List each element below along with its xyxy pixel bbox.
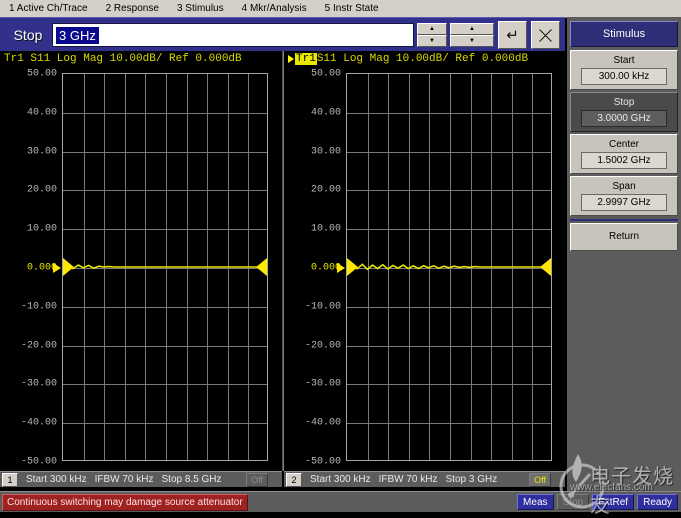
- channel-start[interactable]: Start 300 kHz: [310, 474, 371, 485]
- entry-toolbar: Stop 3 GHz ▲ ▼ ▲ ▼ ↵: [0, 17, 565, 53]
- softkey-start[interactable]: Start 300.00 kHz: [570, 50, 678, 90]
- softkey-label: Center: [608, 139, 639, 150]
- stepper-up-icon[interactable]: ▲: [450, 23, 494, 35]
- y-tick-label: -40.00: [20, 417, 57, 429]
- entry-enter-button[interactable]: ↵: [498, 21, 527, 49]
- reference-marker-icon: [337, 263, 345, 273]
- softkey-label: Stop: [613, 97, 635, 108]
- y-tick-label: -10.00: [20, 301, 57, 313]
- y-axis-ch2: 50.00 40.00 30.00 20.00 10.00 0.000 -10.00 -20.…: [284, 51, 345, 468]
- channel-2-panel[interactable]: Tr1 S11 Log Mag 10.00dB/ Ref 0.000dB 50.…: [284, 51, 565, 471]
- menu-item-5[interactable]: 5 Instr State: [316, 1, 388, 16]
- enter-icon: ↵: [506, 27, 519, 44]
- softkey-stop[interactable]: Stop 3.0000 GHz: [570, 92, 678, 132]
- y-tick-label: -20.00: [304, 340, 341, 352]
- softkey-sidebar: Stimulus Start 300.00 kHz Stop 3.0000 GH…: [567, 17, 681, 491]
- y-tick-label: -40.00: [304, 417, 341, 429]
- status-ready[interactable]: Ready: [637, 494, 678, 510]
- y-tick-label: 30.00: [26, 146, 57, 158]
- channel-number: 1: [2, 472, 18, 487]
- trace-curve-ch2: [347, 258, 551, 276]
- y-tick-label: 10.00: [310, 223, 341, 235]
- status-meas[interactable]: Meas: [517, 494, 554, 510]
- channel-2-status[interactable]: 2 Start 300 kHz IFBW 70 kHz Stop 3 GHz O…: [284, 471, 565, 487]
- status-bar: Continuous switching may damage source a…: [0, 491, 681, 512]
- y-tick-label: -10.00: [304, 301, 341, 313]
- softkey-value[interactable]: 2.9997 GHz: [581, 194, 667, 211]
- softkey-label: Start: [613, 55, 635, 66]
- entry-stepper-coarse[interactable]: ▲ ▼: [450, 23, 494, 47]
- trace-curve-ch1: [63, 258, 267, 276]
- softkey-label: Span: [612, 181, 636, 192]
- status-indicator-group: Meas Stop ExtRef Ready: [517, 494, 678, 510]
- sweep-stop-marker-icon: [540, 258, 551, 276]
- menu-item-4[interactable]: 4 Mkr/Analysis: [233, 1, 316, 16]
- softkey-value[interactable]: 1.5002 GHz: [581, 152, 667, 169]
- channel-1-panel[interactable]: Tr1 S11 Log Mag 10.00dB/ Ref 0.000dB 50.…: [0, 51, 282, 471]
- y-tick-label: -30.00: [20, 378, 57, 390]
- trace-line: [347, 263, 551, 271]
- entry-close-button[interactable]: [531, 21, 560, 49]
- entry-input[interactable]: 3 GHz: [52, 23, 414, 47]
- entry-stepper-fine[interactable]: ▲ ▼: [417, 23, 447, 47]
- stepper-up-icon[interactable]: ▲: [417, 23, 447, 35]
- sweep-start-marker-icon: [347, 258, 358, 276]
- softkey-span[interactable]: Span 2.9997 GHz: [570, 176, 678, 216]
- trace-line: [63, 264, 267, 270]
- softkey-value[interactable]: 300.00 kHz: [581, 68, 667, 85]
- sweep-stop-marker-icon: [256, 258, 267, 276]
- channel-ifbw[interactable]: IFBW 70 kHz: [95, 474, 154, 485]
- stepper-down-icon[interactable]: ▼: [450, 35, 494, 47]
- menu-bar: 1 Active Ch/Trace 2 Response 3 Stimulus 4 M…: [0, 0, 681, 18]
- stepper-down-icon[interactable]: ▼: [417, 35, 447, 47]
- channel-sweep-state[interactable]: Off: [529, 472, 551, 487]
- warning-message: Continuous switching may damage source a…: [2, 493, 248, 511]
- y-tick-label: 30.00: [310, 146, 341, 158]
- status-stop[interactable]: Stop: [556, 494, 590, 510]
- y-tick-label: -50.00: [20, 456, 57, 468]
- y-tick-label: 50.00: [26, 68, 57, 80]
- y-tick-label: -20.00: [20, 340, 57, 352]
- channel-sweep-state[interactable]: Off: [246, 472, 268, 487]
- plot-area-ch2[interactable]: [346, 73, 552, 461]
- channel-ifbw[interactable]: IFBW 70 kHz: [379, 474, 438, 485]
- channel-number: 2: [286, 472, 302, 487]
- entry-label: Stop: [6, 23, 50, 47]
- y-axis-ch1: 50.00 40.00 30.00 20.00 10.00 0.000 -10.00 -20.…: [0, 51, 61, 468]
- status-extref[interactable]: ExtRef: [592, 494, 635, 510]
- y-tick-label: 20.00: [26, 184, 57, 196]
- menu-item-2[interactable]: 2 Response: [97, 1, 168, 16]
- softkey-value[interactable]: 3.0000 GHz: [581, 110, 667, 127]
- plot-area-ch1[interactable]: [62, 73, 268, 461]
- entry-input-value: 3 GHz: [56, 26, 99, 44]
- channel-1-status[interactable]: 1 Start 300 kHz IFBW 70 kHz Stop 8.5 GHz…: [0, 471, 282, 487]
- y-tick-label: 10.00: [26, 223, 57, 235]
- channel-stop[interactable]: Stop 3 GHz: [446, 474, 498, 485]
- channel-start[interactable]: Start 300 kHz: [26, 474, 87, 485]
- close-icon: [537, 27, 554, 44]
- vna-application: 1 Active Ch/Trace 2 Response 3 Stimulus 4 M…: [0, 0, 681, 517]
- softkey-center[interactable]: Center 1.5002 GHz: [570, 134, 678, 174]
- y-tick-label: 20.00: [310, 184, 341, 196]
- y-tick-label: -50.00: [304, 456, 341, 468]
- softkey-label: Return: [608, 231, 639, 242]
- reference-marker-icon: [53, 263, 61, 273]
- trace-label-text: S11 Log Mag 10.00dB/ Ref 0.000dB: [316, 53, 529, 65]
- softkey-title: Stimulus: [570, 21, 678, 47]
- y-tick-label: 50.00: [310, 68, 341, 80]
- menu-item-3[interactable]: 3 Stimulus: [168, 1, 233, 16]
- channel-stop[interactable]: Stop 8.5 GHz: [162, 474, 222, 485]
- sweep-start-marker-icon: [63, 258, 74, 276]
- softkey-separator: [570, 219, 678, 221]
- softkey-return[interactable]: Return: [570, 223, 678, 251]
- y-tick-label: -30.00: [304, 378, 341, 390]
- y-tick-label: 40.00: [310, 107, 341, 119]
- menu-item-1[interactable]: 1 Active Ch/Trace: [0, 1, 97, 16]
- y-tick-label: 40.00: [26, 107, 57, 119]
